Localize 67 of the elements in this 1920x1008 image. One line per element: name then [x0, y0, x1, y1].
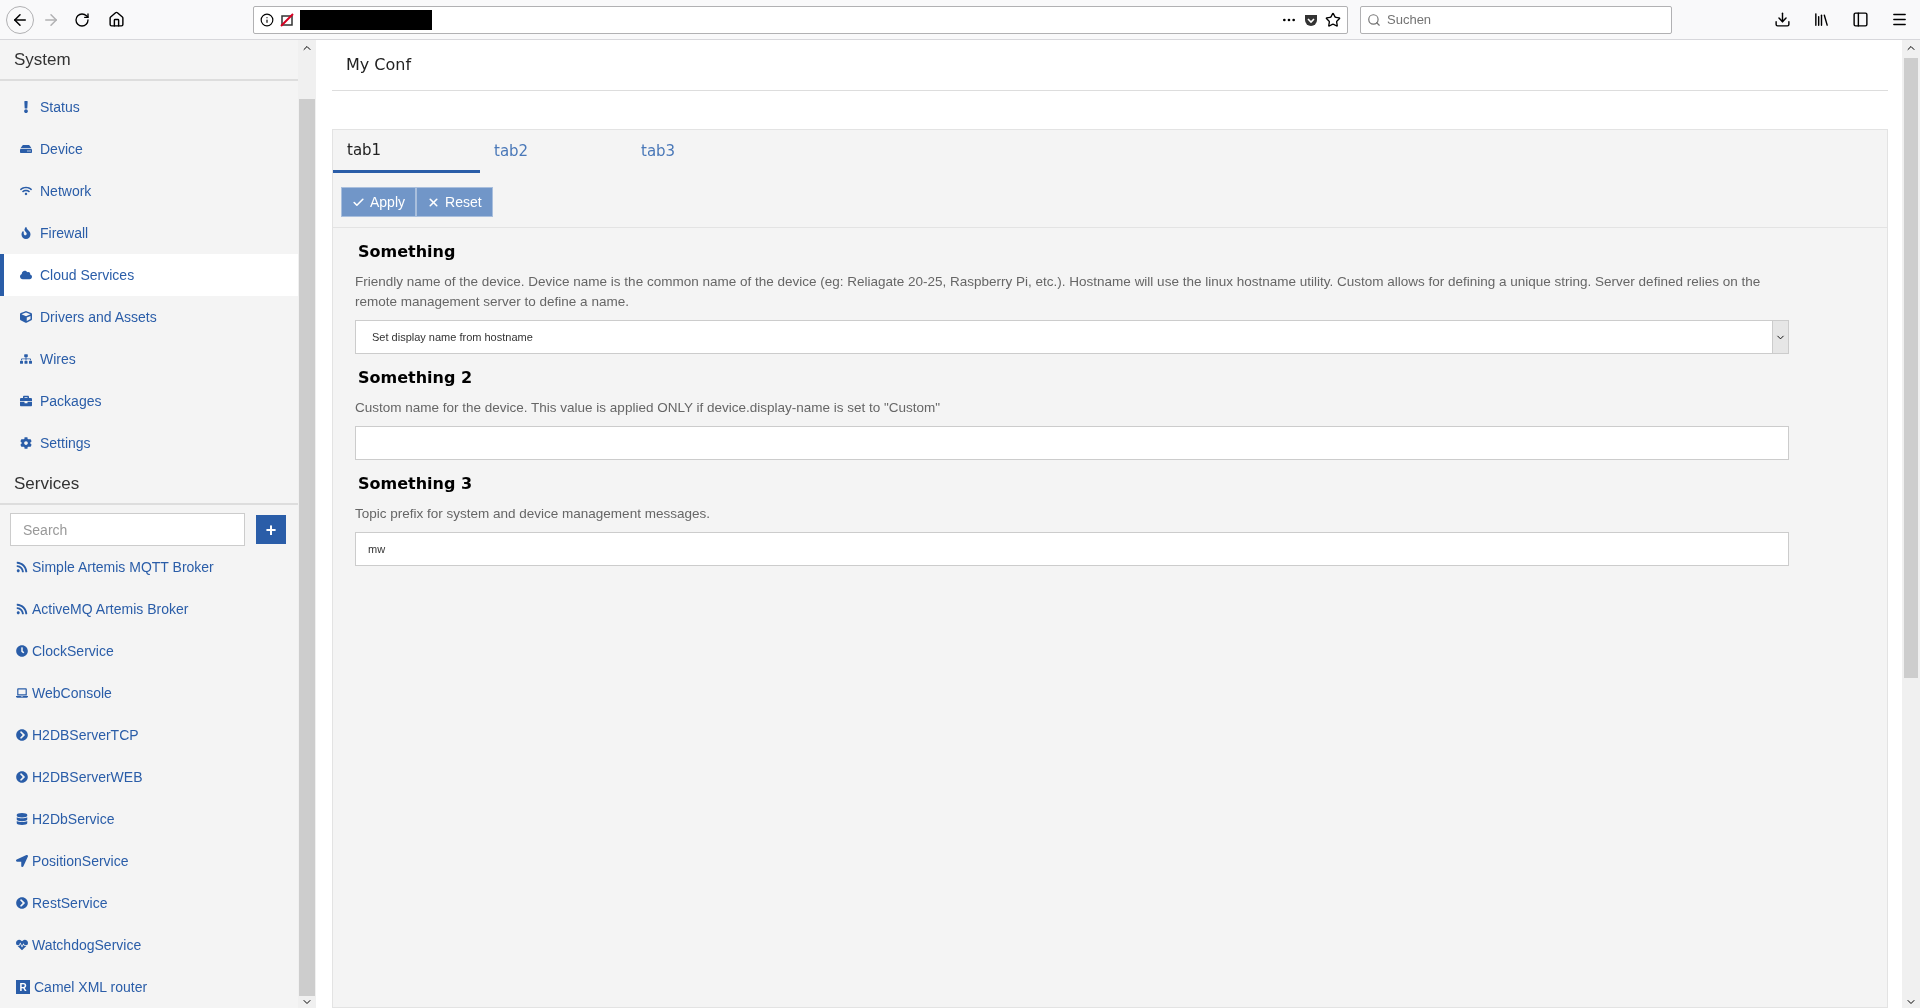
logo-icon: R — [16, 980, 30, 994]
blocked-icon — [280, 12, 294, 27]
service-item[interactable]: PositionService — [0, 840, 298, 882]
tab[interactable]: tab2 — [480, 130, 627, 173]
service-item[interactable]: H2DbService — [0, 798, 298, 840]
sidebar-item[interactable]: Cloud Services — [0, 254, 298, 296]
download-icon[interactable] — [1774, 11, 1791, 28]
tab[interactable]: tab1 — [333, 130, 480, 173]
service-item[interactable]: H2DBServerTCP — [0, 714, 298, 756]
field-label: Something 3 — [357, 473, 474, 495]
service-item[interactable]: R Camel XML router — [0, 966, 298, 1008]
info-icon[interactable] — [260, 12, 274, 27]
service-item[interactable]: RestService — [0, 882, 298, 924]
field-description: Topic prefix for system and device management messages. — [355, 505, 711, 523]
page-title: My Conf — [332, 40, 1888, 91]
sidebar-item[interactable]: Packages — [0, 380, 298, 422]
heartbeat-icon — [16, 939, 28, 951]
search-bar[interactable]: Suchen — [1360, 5, 1672, 34]
sidebar-item[interactable]: Device — [0, 128, 298, 170]
sidebar-item[interactable]: Settings — [0, 422, 298, 464]
home-icon[interactable] — [108, 11, 125, 28]
field-description: Friendly name of the device. Device name is the common name of the device (eg: Reliagate 20-25, Raspberry Pi, etc.). Hostname will use the linux hostname utility. Custom allows for defining a unique string. Server defined relies on the remote management server to define a name. — [355, 273, 1762, 311]
sidebar-toggle-icon[interactable] — [1852, 11, 1869, 28]
service-item[interactable]: H2DBServerWEB — [0, 756, 298, 798]
settings-icon — [20, 437, 32, 449]
service-item[interactable]: WatchdogService — [0, 924, 298, 966]
field-label: Something — [357, 241, 457, 263]
select-field[interactable]: Set display name from hostname — [355, 320, 1789, 354]
rss-icon — [16, 603, 28, 615]
field-description: Custom name for the device. This value is applied ONLY if device.display-name is set to "Custom" — [355, 399, 942, 417]
search-field[interactable]: Search — [10, 513, 245, 546]
field-label: Something 2 — [357, 367, 474, 389]
sidebar-item[interactable]: Firewall — [0, 212, 298, 254]
cloud-icon — [20, 269, 32, 281]
library-icon[interactable] — [1813, 11, 1830, 28]
database-icon — [16, 813, 28, 825]
cube-icon — [20, 311, 32, 323]
add-button[interactable]: + — [256, 515, 286, 544]
location-arrow-icon — [16, 855, 28, 867]
check-icon — [352, 195, 365, 209]
input-field[interactable]: mw — [355, 532, 1789, 566]
address-bar[interactable] — [253, 5, 1348, 34]
search-field[interactable]: Suchen — [1387, 9, 1665, 30]
clock-icon — [16, 645, 28, 657]
menu-icon[interactable] — [1891, 11, 1908, 28]
input-field[interactable] — [355, 426, 1789, 460]
sidebar-item[interactable]: Network — [0, 170, 298, 212]
tab[interactable]: tab3 — [627, 130, 774, 173]
sidebar-item[interactable]: Wires — [0, 338, 298, 380]
star-icon[interactable] — [1325, 11, 1341, 28]
service-item[interactable]: ClockService — [0, 630, 298, 672]
search-icon — [1367, 12, 1381, 27]
briefcase-icon — [20, 395, 32, 407]
tree-icon — [20, 353, 32, 365]
service-item[interactable]: ActiveMQ Artemis Broker — [0, 588, 298, 630]
flame-icon — [20, 227, 32, 239]
service-item[interactable]: Simple Artemis MQTT Broker — [0, 546, 298, 588]
scrollbar[interactable] — [1902, 40, 1920, 1008]
sidebar-item[interactable]: Drivers and Assets — [0, 296, 298, 338]
service-item[interactable]: WebConsole — [0, 672, 298, 714]
scrollbar[interactable] — [298, 40, 316, 1008]
reload-icon[interactable] — [74, 11, 90, 28]
rss-icon — [16, 561, 28, 573]
drive-icon — [20, 143, 32, 155]
laptop-icon — [16, 687, 28, 699]
wifi-icon — [20, 185, 32, 197]
sidebar-item[interactable]: Status — [0, 86, 298, 128]
